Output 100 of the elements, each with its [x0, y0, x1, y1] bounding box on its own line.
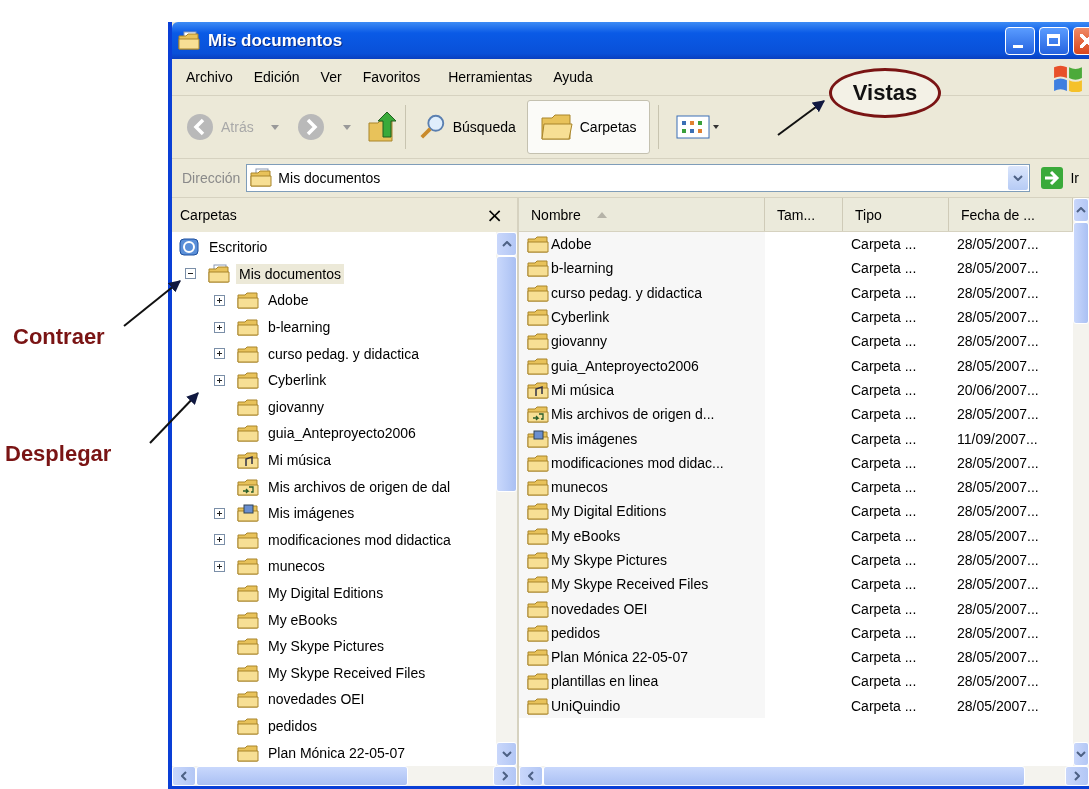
- folder-icon: [527, 477, 549, 498]
- folder-icon: [237, 556, 259, 577]
- menu-item[interactable]: Ayuda: [553, 69, 593, 85]
- table-cell-text: Carpeta ...: [850, 429, 918, 449]
- scroll-up-button[interactable]: [496, 232, 517, 256]
- expand-toggle[interactable]: [214, 560, 225, 572]
- tree-item[interactable]: My Skype Pictures: [265, 636, 387, 657]
- scroll-right-button[interactable]: [493, 766, 517, 786]
- scroll-thumb[interactable]: [196, 766, 408, 786]
- arrow: [777, 100, 825, 136]
- scroll-right-button[interactable]: [1065, 766, 1089, 786]
- expand-toggle[interactable]: [214, 534, 225, 546]
- scroll-down-button[interactable]: [1073, 742, 1089, 766]
- file-name[interactable]: munecos: [551, 479, 608, 496]
- menu-item[interactable]: Herramientas: [448, 69, 533, 85]
- expand-toggle[interactable]: [214, 348, 225, 360]
- file-name[interactable]: b-learning: [551, 260, 614, 277]
- file-name[interactable]: Cyberlink: [551, 309, 610, 326]
- tree-item[interactable]: Mis archivos de origen de dal: [265, 476, 454, 497]
- vertical-scrollbar[interactable]: [496, 232, 517, 766]
- expand-toggle[interactable]: [214, 321, 225, 333]
- tree-item[interactable]: My Digital Editions: [265, 583, 387, 603]
- table-cell-text: 28/05/2007...: [956, 502, 1040, 522]
- tree-item[interactable]: giovanny: [265, 396, 328, 417]
- table-cell-text: Carpeta ...: [850, 380, 918, 400]
- folder-icon: [237, 317, 259, 338]
- dropdown-button[interactable]: [1008, 166, 1029, 190]
- tree-item[interactable]: Plan Mónica 22-05-07: [265, 742, 408, 763]
- tree-item[interactable]: guia_Anteproyecto2006: [265, 423, 419, 444]
- menu-item[interactable]: Edición: [253, 69, 300, 85]
- expand-toggle[interactable]: [214, 507, 225, 519]
- tree-item[interactable]: munecos: [265, 556, 328, 577]
- table-cell-text: 28/05/2007...: [956, 405, 1040, 425]
- expand-toggle[interactable]: [214, 374, 225, 386]
- maximize-button[interactable]: [1039, 26, 1069, 55]
- horizontal-scrollbar[interactable]: [172, 766, 517, 786]
- horizontal-scrollbar[interactable]: [519, 766, 1089, 786]
- file-name[interactable]: giovanny: [551, 333, 608, 350]
- callout-label: Contraer: [13, 324, 105, 350]
- scroll-left-button[interactable]: [172, 766, 196, 786]
- expand-toggle[interactable]: [214, 295, 225, 306]
- window-title: Mis documentos: [208, 30, 344, 51]
- tree-item[interactable]: Cyberlink: [265, 370, 330, 391]
- menu-item[interactable]: Ver: [320, 69, 342, 85]
- chevron-right-icon: [502, 771, 508, 781]
- file-name[interactable]: pedidos: [551, 624, 601, 641]
- chevron-down-icon: [1076, 751, 1086, 757]
- folder-icon: [237, 583, 259, 603]
- search-button[interactable]: Búsqueda: [413, 108, 521, 146]
- file-name[interactable]: My eBooks: [551, 527, 621, 544]
- column-header[interactable]: Tipo: [843, 198, 949, 231]
- up-folder-icon[interactable]: [366, 111, 397, 143]
- folder-icon: [237, 343, 259, 364]
- vertical-scrollbar[interactable]: [1073, 198, 1089, 766]
- file-name[interactable]: Mi música: [551, 381, 614, 398]
- close-button[interactable]: ×: [482, 203, 507, 227]
- tree-item[interactable]: pedidos: [265, 716, 321, 736]
- collapse-toggle[interactable]: [185, 268, 196, 280]
- menu-item[interactable]: Archivo: [186, 69, 233, 85]
- scroll-down-button[interactable]: [496, 742, 517, 766]
- scroll-thumb[interactable]: [496, 256, 517, 492]
- table-cell-text: Carpeta ...: [850, 308, 918, 328]
- scroll-up-button[interactable]: [1073, 198, 1089, 222]
- column-header[interactable]: Tam...: [765, 198, 843, 231]
- menu-item[interactable]: Favoritos: [362, 69, 421, 85]
- file-name[interactable]: UniQuindio: [551, 697, 621, 714]
- table-cell-text: 11/09/2007...: [956, 429, 1039, 449]
- tree-item[interactable]: Escritorio: [206, 237, 271, 258]
- column-header[interactable]: Nombre: [519, 198, 765, 231]
- tree-item[interactable]: Mis imágenes: [265, 503, 358, 524]
- address-field[interactable]: Mis documentos: [246, 164, 1031, 192]
- tree-item[interactable]: b-learning: [265, 317, 334, 338]
- scroll-left-button[interactable]: [519, 766, 543, 786]
- table-cell-text: 28/05/2007...: [956, 453, 1040, 473]
- folders-button[interactable]: Carpetas: [526, 100, 650, 154]
- chevron-up-icon: [1076, 207, 1086, 213]
- arrow: [149, 392, 199, 444]
- shared-folder-icon: [237, 476, 259, 497]
- go-button[interactable]: Ir: [1036, 166, 1083, 190]
- folder-icon: [237, 370, 259, 391]
- chevron-down-icon: [1013, 175, 1024, 181]
- table-cell-text: Carpeta ...: [850, 575, 918, 595]
- file-name[interactable]: Adobe: [551, 236, 592, 253]
- music-folder-icon: [237, 450, 259, 471]
- tree-item[interactable]: novedades OEI: [265, 689, 368, 710]
- shared-folder-icon: [527, 404, 549, 425]
- tree-item[interactable]: Mis documentos: [236, 263, 344, 284]
- grid-view-icon: [675, 115, 710, 139]
- tree-item[interactable]: My Skype Received Files: [265, 662, 429, 683]
- folder-icon: [527, 282, 549, 303]
- scroll-thumb[interactable]: [543, 766, 1025, 786]
- scroll-thumb[interactable]: [1073, 222, 1089, 324]
- tree-item[interactable]: modificaciones mod didactica: [265, 529, 454, 550]
- tree-item[interactable]: Adobe: [265, 290, 312, 311]
- folder-icon: [527, 355, 549, 376]
- folder-icon: [527, 671, 549, 692]
- tree-item[interactable]: curso pedag. y didactica: [265, 343, 422, 364]
- minimize-button[interactable]: [1005, 26, 1035, 55]
- tree-item[interactable]: My eBooks: [265, 609, 341, 630]
- tree-item[interactable]: Mi música: [265, 450, 334, 471]
